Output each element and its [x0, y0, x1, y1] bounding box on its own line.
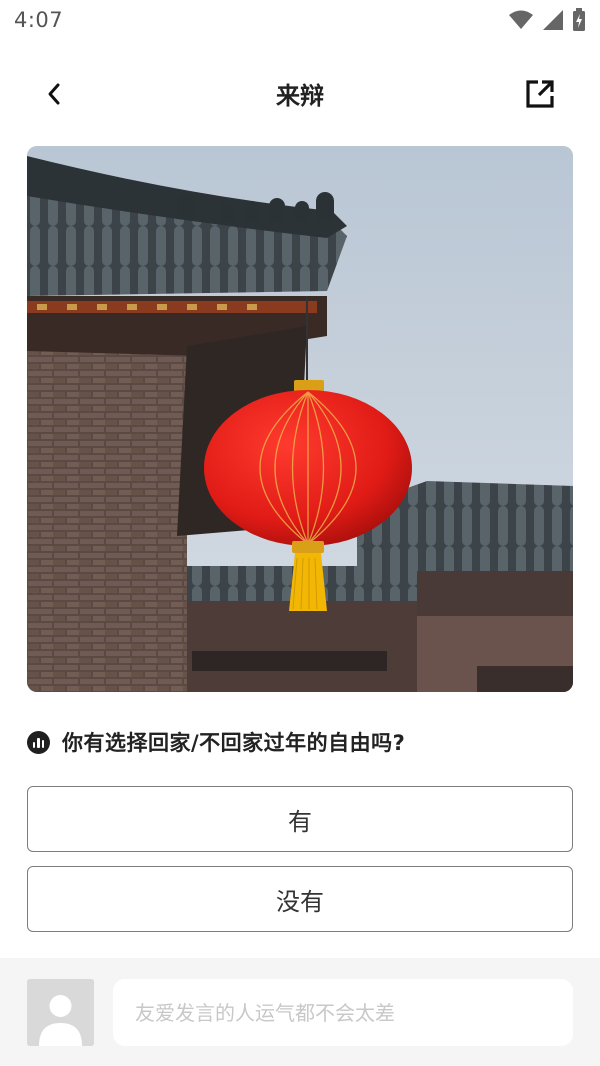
- lantern-photo: [27, 146, 573, 692]
- battery-icon: [573, 8, 585, 31]
- signal-icon: [543, 10, 563, 30]
- comment-bar: [0, 958, 600, 1066]
- option-no-button[interactable]: 没有: [27, 866, 573, 932]
- poll-bars-icon: [27, 730, 50, 754]
- poll-question: 你有选择回家/不回家过年的自由吗?: [27, 722, 573, 762]
- status-bar: 4:07: [0, 0, 600, 40]
- status-icons: [508, 8, 586, 32]
- user-avatar-placeholder: [27, 979, 94, 1046]
- poll-question-text: 你有选择回家/不回家过年的自由吗?: [62, 731, 406, 755]
- share-button[interactable]: [520, 74, 560, 114]
- wifi-icon: [509, 10, 533, 29]
- option-yes-button[interactable]: 有: [27, 786, 573, 852]
- share-external-icon: [526, 80, 554, 108]
- hero-image: [27, 146, 573, 692]
- avatar[interactable]: [27, 979, 94, 1046]
- page-title: 来辩: [276, 82, 324, 110]
- header: 来辩: [0, 56, 600, 132]
- status-time: 4:07: [14, 8, 64, 32]
- comment-input[interactable]: [113, 979, 573, 1046]
